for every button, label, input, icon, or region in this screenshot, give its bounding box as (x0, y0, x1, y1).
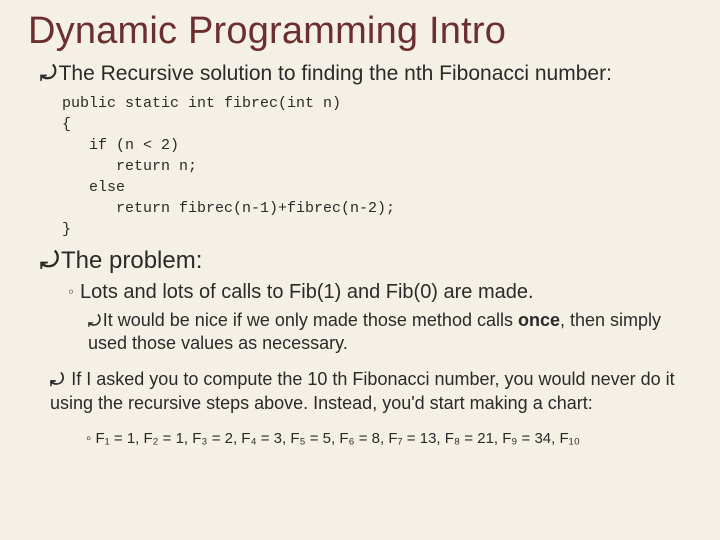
ring-icon: ◦ (68, 281, 74, 302)
ring-icon: ◦ (86, 430, 96, 447)
code-block: public static int fibrec(int n) { if (n … (62, 93, 692, 240)
slide-title: Dynamic Programming Intro (28, 10, 692, 53)
sub-bullet-text: Lots and lots of calls to Fib(1) and Fib… (80, 281, 534, 303)
bullet-icon: ⤾ (40, 247, 59, 275)
sub-bullet-lots-of-calls: ◦ Lots and lots of calls to Fib(1) and Fi… (68, 280, 692, 305)
text-part-a: It would be nice if we only made those m… (103, 310, 518, 330)
bullet-icon: ⤾ (40, 62, 57, 87)
fibonacci-sequence-row: ◦ F₁ = 1, F₂ = 1, F₃ = 2, F₄ = 3, F₅ = 5… (86, 430, 692, 447)
sequence-values: F₁ = 1, F₂ = 1, F₃ = 2, F₄ = 3, F₅ = 5, … (96, 430, 580, 447)
bullet-text: If I asked you to compute the 10 th Fibo… (50, 369, 675, 412)
sub-sub-bullet-once: ⤾It would be nice if we only made those … (88, 309, 692, 354)
bullet-the-problem: ⤾The problem: (40, 246, 692, 276)
slide: Dynamic Programming Intro ⤾The Recursive… (0, 0, 720, 540)
bullet-icon: ⤾ (88, 312, 101, 331)
bullet-compute-10th: ⤾ If I asked you to compute the 10 th Fi… (50, 368, 692, 415)
bullet-recursive-solution: ⤾The Recursive solution to finding the n… (40, 61, 692, 87)
bullet-text: The Recursive solution to finding the nt… (59, 62, 612, 85)
text-part-bold: once (518, 310, 560, 330)
bullet-icon: ⤾ (50, 369, 64, 391)
bullet-text: The problem: (61, 247, 202, 274)
